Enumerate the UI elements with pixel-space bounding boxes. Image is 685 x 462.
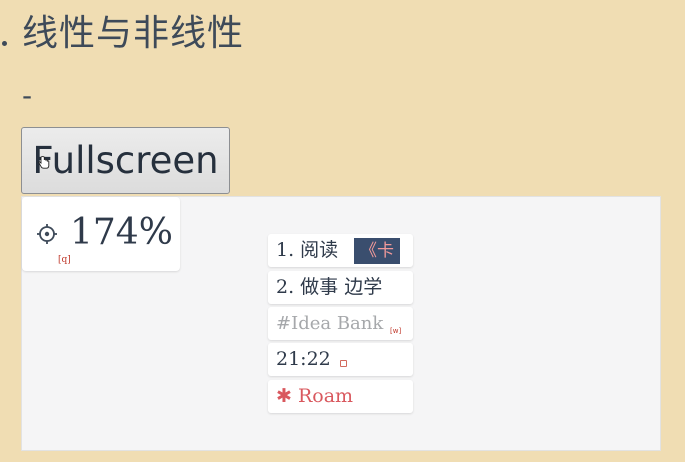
list-item-label: ✱ Roam <box>276 385 354 407</box>
zoom-shortcut-hint: [q] <box>58 255 71 265</box>
list-item[interactable]: 1. 阅读 《卡 <box>268 234 413 267</box>
list-item[interactable]: #Idea Bank [w] <box>268 307 413 340</box>
checkbox-icon[interactable] <box>340 360 347 367</box>
zoom-level: 174% <box>70 212 173 253</box>
list-item[interactable]: ✱ Roam <box>268 380 413 413</box>
page-title: 线性与非线性 <box>22 13 245 54</box>
zoom-widget[interactable]: 174% [q] <box>22 197 180 271</box>
dash-bullet: - <box>22 79 33 112</box>
list-item-label: 2. 做事 边学 <box>276 276 383 298</box>
fullscreen-button[interactable]: Fullscreen <box>21 127 230 194</box>
crosshair-icon[interactable] <box>36 223 58 245</box>
list-item[interactable]: 21:22 <box>268 343 413 376</box>
bullet-dot <box>2 41 7 46</box>
list-item-label: 1. 阅读 <box>276 239 339 261</box>
shortcut-hint: [w] <box>390 327 402 335</box>
list-item[interactable]: 2. 做事 边学 <box>268 271 413 304</box>
list-item-label: 21:22 <box>276 348 331 370</box>
highlight-tag: 《卡 <box>354 238 400 264</box>
list-item-label: #Idea Bank <box>276 313 384 334</box>
